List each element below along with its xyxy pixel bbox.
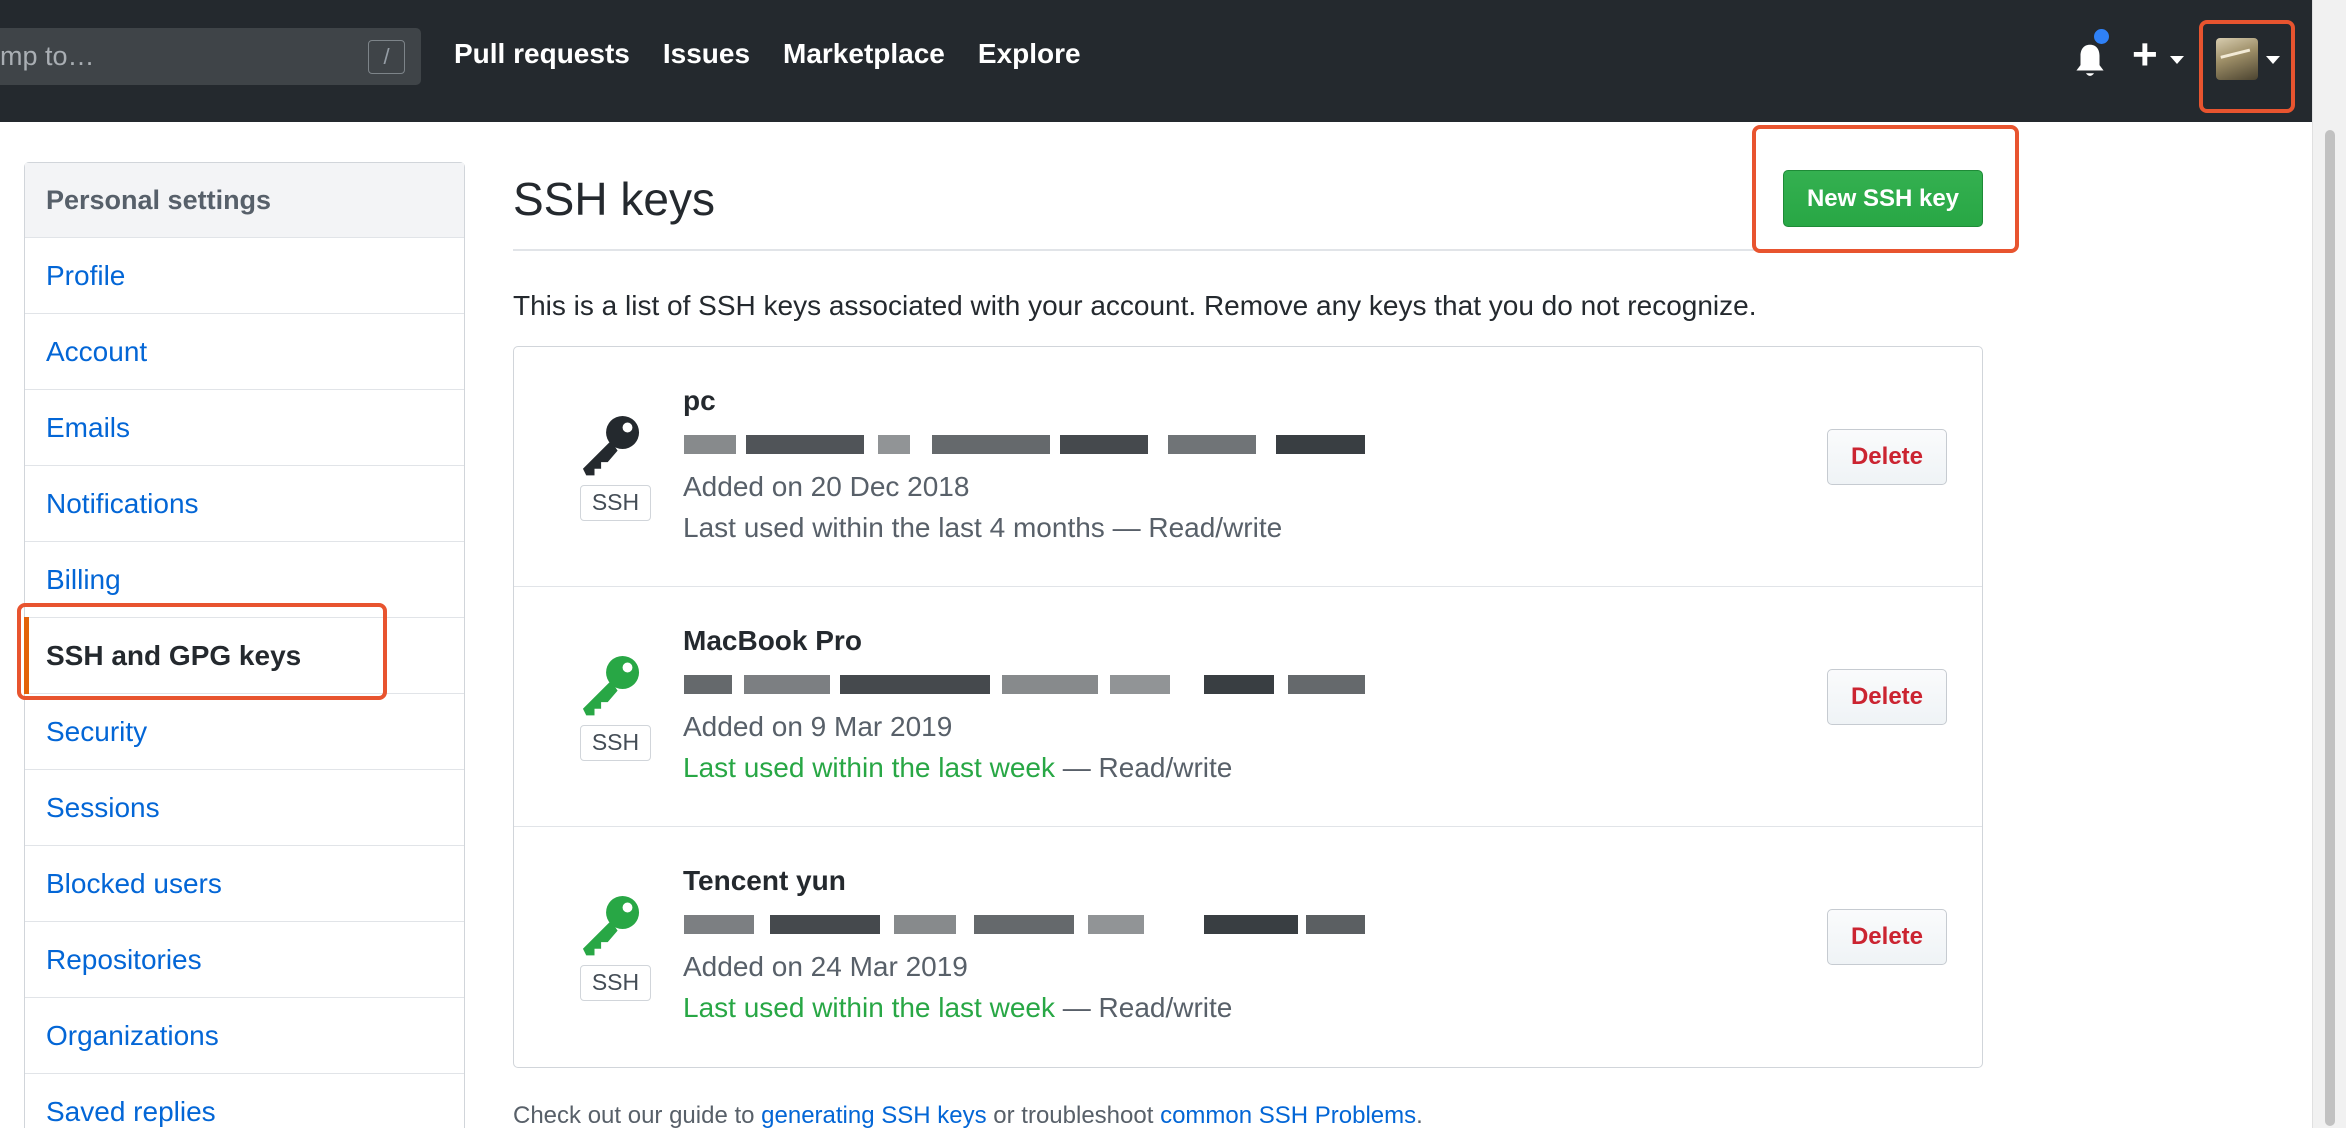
key-fingerprint-redacted	[684, 435, 1365, 454]
sidebar-item-organizations[interactable]: Organizations	[25, 998, 464, 1074]
key-title: Tencent yun	[683, 865, 846, 896]
sidebar-item-security[interactable]: Security	[25, 694, 464, 770]
nav-pull-requests[interactable]: Pull requests	[454, 38, 630, 70]
sidebar-item-notifications[interactable]: Notifications	[25, 466, 464, 542]
ssh-badge: SSH	[580, 485, 651, 521]
chevron-down-icon[interactable]	[2170, 56, 2184, 64]
top-header: / Pull requests Issues Marketplace Explo…	[0, 0, 2312, 122]
key-title: MacBook Pro	[683, 625, 862, 656]
sidebar-heading: Personal settings	[25, 163, 464, 238]
guide-prefix: Check out our guide to	[513, 1102, 762, 1128]
search-box[interactable]: /	[0, 28, 421, 85]
key-last-used: Last used within the last 4 months — Rea…	[683, 512, 1282, 544]
delete-key-button[interactable]: Delete	[1827, 429, 1947, 485]
page-title: SSH keys	[513, 173, 715, 225]
bell-icon[interactable]	[2073, 42, 2107, 80]
ssh-badge: SSH	[580, 965, 651, 1001]
nav-marketplace[interactable]: Marketplace	[783, 38, 945, 70]
sidebar-item-repositories[interactable]: Repositories	[25, 922, 464, 998]
chevron-down-icon[interactable]	[2266, 56, 2280, 64]
key-added-date: Added on 9 Mar 2019	[683, 711, 953, 742]
key-icon	[582, 655, 640, 716]
ssh-guide-note: Check out our guide to generating SSH ke…	[513, 1102, 1423, 1128]
sidebar-item-billing[interactable]: Billing	[25, 542, 464, 618]
last-used-text: Last used within the last 4 months	[683, 512, 1105, 543]
ssh-key-row: SSH Tencent yun Added on 24 Mar 2019 Las…	[514, 827, 1982, 1067]
guide-middle: or troubleshoot	[986, 1102, 1161, 1128]
key-fingerprint-redacted	[684, 915, 1365, 934]
access-level: — Read/write	[1054, 752, 1233, 783]
sidebar-item-emails[interactable]: Emails	[25, 390, 464, 466]
key-added-date: Added on 24 Mar 2019	[683, 951, 968, 982]
key-icon	[582, 415, 640, 476]
sidebar-item-sessions[interactable]: Sessions	[25, 770, 464, 846]
header-nav: Pull requests Issues Marketplace Explore	[454, 38, 1114, 70]
ssh-key-row: SSH MacBook Pro Added on 9 Mar 2019 Last…	[514, 587, 1982, 827]
key-title: pc	[683, 385, 716, 416]
key-fingerprint-redacted	[684, 675, 1365, 694]
search-shortcut-key: /	[368, 40, 405, 74]
key-icon	[582, 895, 640, 956]
nav-issues[interactable]: Issues	[663, 38, 750, 70]
delete-key-button[interactable]: Delete	[1827, 909, 1947, 965]
key-last-used: Last used within the last week — Read/wr…	[683, 992, 1232, 1024]
common-ssh-problems-link[interactable]: common SSH Problems	[1160, 1102, 1416, 1128]
user-avatar[interactable]	[2216, 38, 2258, 80]
notification-indicator	[2092, 27, 2111, 46]
delete-key-button[interactable]: Delete	[1827, 669, 1947, 725]
scrollbar-thumb[interactable]	[2325, 130, 2335, 1126]
ssh-badge: SSH	[580, 725, 651, 761]
sidebar-item-saved-replies[interactable]: Saved replies	[25, 1074, 464, 1128]
new-ssh-key-button[interactable]: New SSH key	[1783, 170, 1983, 227]
sidebar-item-account[interactable]: Account	[25, 314, 464, 390]
access-level: — Read/write	[1104, 512, 1283, 543]
title-divider	[513, 249, 1983, 251]
key-added-date: Added on 20 Dec 2018	[683, 471, 970, 502]
sidebar-item-profile[interactable]: Profile	[25, 238, 464, 314]
last-used-text: Last used within the last week	[683, 752, 1055, 783]
sidebar-item-blocked-users[interactable]: Blocked users	[25, 846, 464, 922]
ssh-key-list: SSH pc Added on 20 Dec 2018 Last used wi…	[513, 346, 1983, 1068]
generating-ssh-keys-link[interactable]: generating SSH keys	[761, 1102, 986, 1128]
guide-suffix: .	[1416, 1102, 1423, 1128]
settings-sidebar: Personal settings Profile Account Emails…	[23, 162, 465, 1128]
nav-explore[interactable]: Explore	[978, 38, 1081, 70]
access-level: — Read/write	[1054, 992, 1233, 1023]
sidebar-item-ssh-gpg-keys[interactable]: SSH and GPG keys	[23, 617, 464, 694]
search-input[interactable]	[0, 28, 360, 85]
last-used-text: Last used within the last week	[683, 992, 1055, 1023]
intro-text: This is a list of SSH keys associated wi…	[513, 290, 1757, 321]
page-scrollbar[interactable]	[2312, 0, 2346, 1128]
plus-icon[interactable]: +	[2132, 33, 2158, 77]
ssh-key-row: SSH pc Added on 20 Dec 2018 Last used wi…	[514, 347, 1982, 587]
key-last-used: Last used within the last week — Read/wr…	[683, 752, 1232, 784]
